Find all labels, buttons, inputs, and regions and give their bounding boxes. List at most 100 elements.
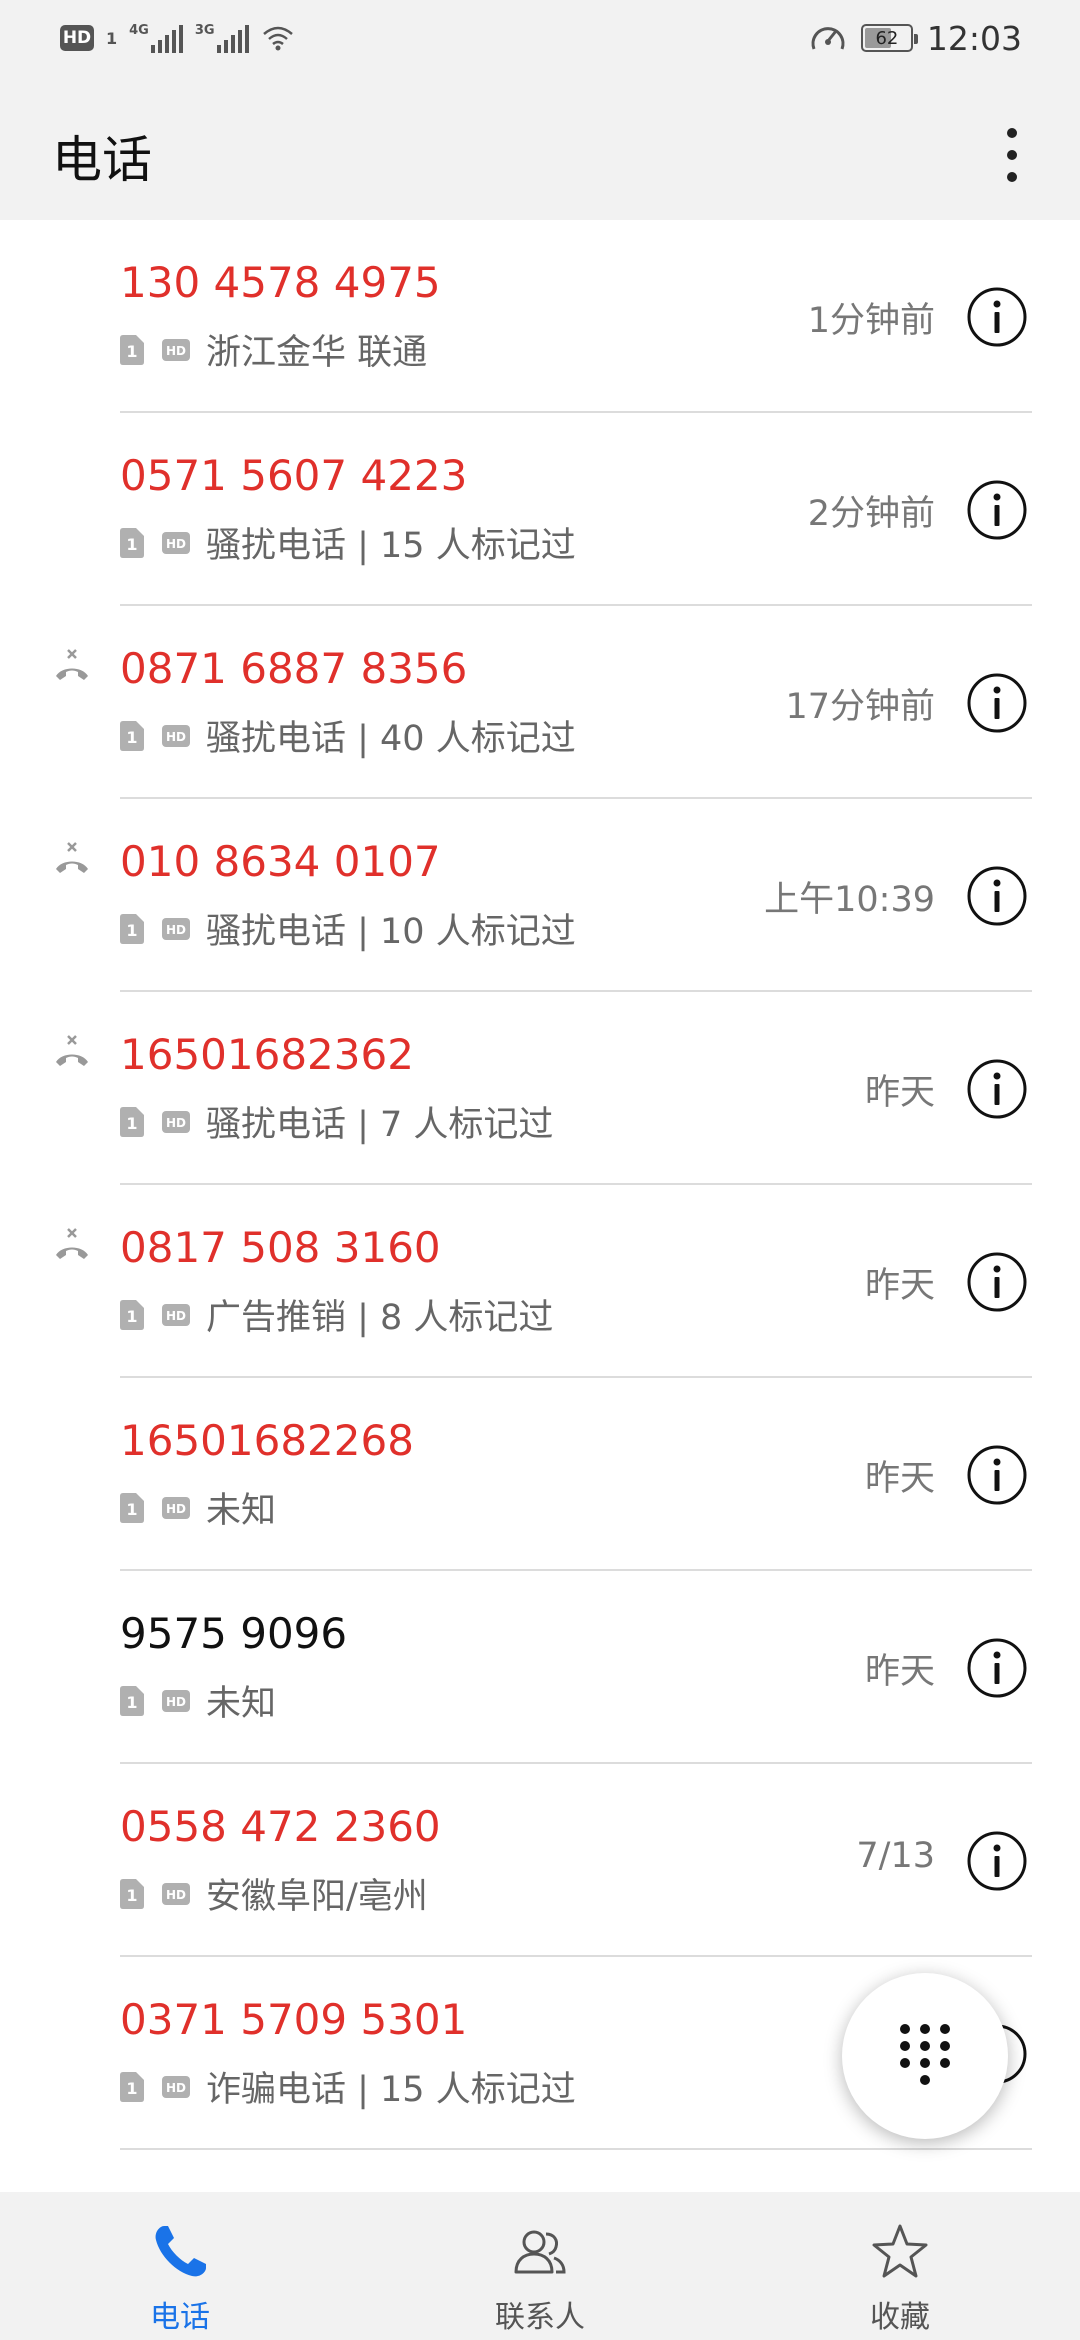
missed-call-icon (56, 842, 88, 873)
call-label: 未知 (206, 1491, 277, 1531)
svg-text:1: 1 (126, 1693, 137, 1712)
call-label: 诈骗电话 | 15 人标记过 (206, 2070, 576, 2110)
status-bar: HD 1 4G 3G 62 12:03 (0, 0, 1080, 75)
call-time: 昨天 (864, 1459, 935, 1499)
call-label: 广告推销 | 8 人标记过 (206, 1298, 554, 1338)
bottom-navigation: 电话 联系人 收藏 (0, 2192, 1080, 2340)
call-info-icon[interactable] (966, 1830, 1028, 1892)
hd-call-icon: HD (162, 724, 190, 747)
nav-tab-favorites[interactable]: 收藏 (720, 2192, 1080, 2340)
call-log-row[interactable]: 0558 472 2360 1 HD 安徽阜阳/亳州 7/13 (0, 1764, 1080, 1957)
call-label: 骚扰电话 | 15 人标记过 (206, 526, 576, 566)
nav-tab-contacts[interactable]: 联系人 (360, 2192, 720, 2340)
nav-label-favorites: 收藏 (870, 2300, 930, 2335)
call-time: 7/13 (856, 1836, 935, 1876)
svg-text:1: 1 (126, 1500, 137, 1519)
svg-text:1: 1 (126, 728, 137, 747)
call-meta: 1 HD 未知 (120, 1482, 276, 1533)
signal-3g-icon: 3G (195, 24, 249, 53)
call-time: 上午10:39 (764, 880, 935, 920)
call-time: 昨天 (864, 1073, 935, 1113)
sim-card-icon: 1 (120, 527, 144, 558)
sim-card-icon: 1 (120, 1106, 144, 1137)
status-time: 12:03 (926, 18, 1022, 58)
signal-4g-icon: 4G (129, 24, 183, 53)
call-log-row[interactable]: 16501682268 1 HD 未知 昨天 (0, 1378, 1080, 1571)
call-number: 0817 508 3160 (120, 1223, 441, 1272)
sim-card-icon: 1 (120, 720, 144, 751)
call-number: 0571 5607 4223 (120, 451, 468, 500)
page-title: 电话 (52, 131, 152, 189)
call-label: 安徽阜阳/亳州 (206, 1877, 428, 1917)
svg-text:HD: HD (166, 1695, 186, 1709)
svg-text:1: 1 (126, 1886, 137, 1905)
call-log-row[interactable]: 9575 9096 1 HD 未知 昨天 (0, 1571, 1080, 1764)
signal-bars-2 (216, 24, 249, 53)
hd-call-icon: HD (162, 2075, 190, 2098)
svg-text:HD: HD (166, 537, 186, 551)
call-info-icon[interactable] (966, 1637, 1028, 1699)
call-log-row[interactable]: 16501682362 1 HD 骚扰电话 | 7 人标记过 昨天 (0, 992, 1080, 1185)
call-number: 16501682362 (120, 1030, 414, 1079)
hd-call-icon: HD (162, 1303, 190, 1326)
hd-call-icon: HD (162, 531, 190, 554)
contacts-icon (514, 2230, 566, 2274)
signal-bars-1 (150, 24, 183, 53)
speed-gauge-icon (811, 27, 845, 50)
call-time: 1分钟前 (807, 301, 935, 341)
call-number: 16501682268 (120, 1416, 414, 1465)
svg-text:1: 1 (126, 1307, 137, 1326)
status-left: HD 1 4G 3G (60, 18, 295, 58)
call-log-row[interactable]: 0571 5607 4223 1 HD 骚扰电话 | 15 人标记过 2分钟前 (0, 413, 1080, 606)
sim-card-icon: 1 (120, 2071, 144, 2102)
call-info-icon[interactable] (966, 672, 1028, 734)
call-log-row[interactable]: 0871 6887 8356 1 HD 骚扰电话 | 40 人标记过 17分钟前 (0, 606, 1080, 799)
missed-call-icon (56, 649, 88, 680)
svg-text:1: 1 (126, 921, 137, 940)
svg-text:1: 1 (126, 2079, 137, 2098)
more-options-button[interactable] (984, 115, 1040, 195)
call-log-row[interactable]: 010 8634 0107 1 HD 骚扰电话 | 10 人标记过 上午10:39 (0, 799, 1080, 992)
phone-screen: HD 1 4G 3G 62 12:03 电话 130 4578 4975 1 H… (0, 0, 1080, 2340)
star-icon (872, 2224, 928, 2278)
svg-text:HD: HD (166, 1888, 186, 1902)
svg-text:HD: HD (166, 730, 186, 744)
dialpad-icon (900, 2024, 950, 2085)
hd-call-icon: HD (162, 1689, 190, 1712)
call-info-icon[interactable] (966, 865, 1028, 927)
sim-card-icon: 1 (120, 1492, 144, 1523)
call-info-icon[interactable] (966, 1058, 1028, 1120)
call-info-icon[interactable] (966, 479, 1028, 541)
call-number: 9575 9096 (120, 1609, 348, 1658)
wifi-icon (262, 26, 293, 51)
battery-level: 62 (875, 27, 899, 49)
hd-call-icon: HD (162, 1110, 190, 1133)
more-vertical-icon (1007, 128, 1017, 138)
call-log-list: 130 4578 4975 1 HD 浙江金华 联通 1分钟前 0571 5607 422… (0, 220, 1080, 2192)
dialpad-button[interactable] (842, 1973, 1008, 2139)
nav-label-phone: 电话 (150, 2300, 210, 2335)
missed-call-icon (56, 1035, 88, 1066)
svg-text:HD: HD (166, 1309, 186, 1323)
nav-label-contacts: 联系人 (495, 2300, 585, 2335)
call-number: 0371 5709 5301 (120, 1995, 468, 2044)
call-time: 2分钟前 (807, 494, 935, 534)
call-log-row[interactable]: 0817 508 3160 1 HD 广告推销 | 8 人标记过 昨天 (0, 1185, 1080, 1378)
call-number: 0871 6887 8356 (120, 644, 468, 693)
row-divider (120, 2148, 1032, 2150)
nav-tab-phone[interactable]: 电话 (0, 2192, 360, 2340)
sim-card-icon: 1 (120, 1878, 144, 1909)
call-label: 骚扰电话 | 40 人标记过 (206, 719, 576, 759)
call-info-icon[interactable] (966, 1251, 1028, 1313)
call-info-icon[interactable] (966, 286, 1028, 348)
call-log-row[interactable]: 130 4578 4975 1 HD 浙江金华 联通 1分钟前 (0, 220, 1080, 413)
call-label: 浙江金华 联通 (206, 333, 428, 373)
call-meta: 1 HD 诈骗电话 | 15 人标记过 (120, 2061, 576, 2112)
call-time: 昨天 (864, 1266, 935, 1306)
svg-text:HD: HD (166, 1116, 186, 1130)
call-info-icon[interactable] (966, 1444, 1028, 1506)
hd-call-icon: HD (162, 338, 190, 361)
network-type-4g: 4G (129, 22, 149, 38)
app-bar: 电话 (0, 75, 1080, 220)
svg-text:HD: HD (166, 2081, 186, 2095)
